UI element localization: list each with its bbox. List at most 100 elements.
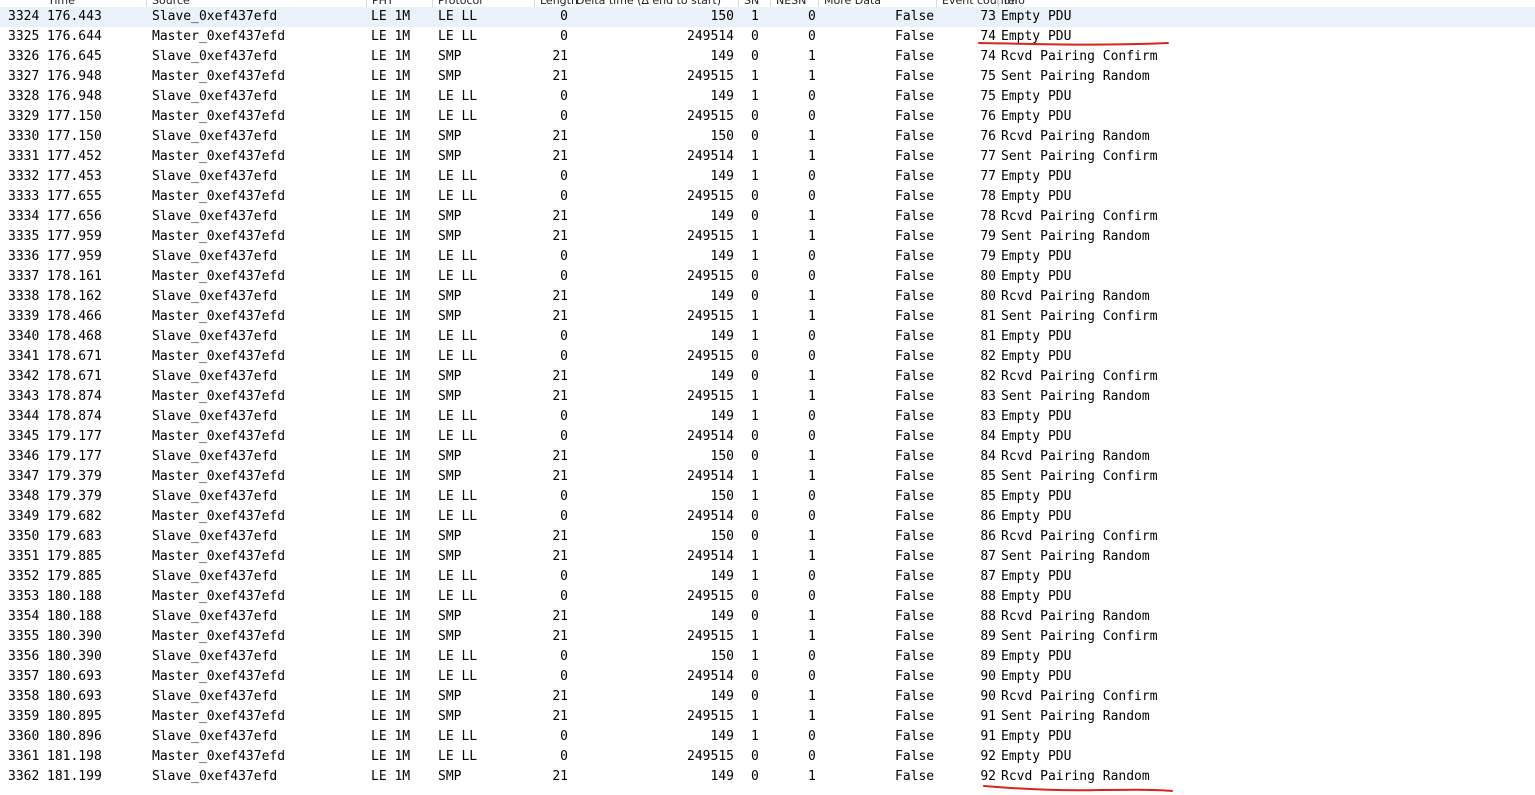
column-separator[interactable]	[818, 0, 819, 7]
table-row[interactable]: 3360 180.896 Slave_0xef437efd LE 1M LE LL 0 14…	[0, 727, 1535, 747]
packet-list[interactable]: 3324 176.443 Slave_0xef437efd LE 1M LE LL 0 15…	[0, 7, 1535, 787]
packet-phy: LE 1M	[371, 29, 411, 44]
packet-phy: LE 1M	[371, 129, 411, 144]
packet-time: 176.644	[47, 29, 102, 44]
table-row[interactable]: 3358 180.693 Slave_0xef437efd LE 1M SMP 21 149…	[0, 687, 1535, 707]
packet-more-data: False	[895, 509, 935, 524]
table-row[interactable]: 3333 177.655 Master_0xef437efd LE 1M LE LL 0 2…	[0, 187, 1535, 207]
column-separator[interactable]	[432, 0, 433, 7]
packet-phy: LE 1M	[371, 309, 411, 324]
table-row[interactable]: 3345 179.177 Master_0xef437efd LE 1M LE LL 0 2…	[0, 427, 1535, 447]
packet-phy: LE 1M	[371, 69, 411, 84]
table-row[interactable]: 3351 179.885 Master_0xef437efd LE 1M SMP 21 24…	[0, 547, 1535, 567]
table-row[interactable]: 3327 176.948 Master_0xef437efd LE 1M SMP 21 24…	[0, 67, 1535, 87]
table-row[interactable]: 3339 178.466 Master_0xef437efd LE 1M SMP 21 24…	[0, 307, 1535, 327]
table-row[interactable]: 3344 178.874 Slave_0xef437efd LE 1M LE LL 0 14…	[0, 407, 1535, 427]
table-row[interactable]: 3359 180.895 Master_0xef437efd LE 1M SMP 21 24…	[0, 707, 1535, 727]
packet-protocol: SMP	[438, 709, 462, 724]
table-row[interactable]: 3346 179.177 Slave_0xef437efd LE 1M SMP 21 150…	[0, 447, 1535, 467]
table-row[interactable]: 3331 177.452 Master_0xef437efd LE 1M SMP 21 24…	[0, 147, 1535, 167]
packet-phy: LE 1M	[371, 729, 411, 744]
packet-time: 178.161	[47, 269, 102, 284]
table-row[interactable]: 3349 179.682 Master_0xef437efd LE 1M LE LL 0 2…	[0, 507, 1535, 527]
packet-source: Master_0xef437efd	[152, 229, 286, 244]
table-row[interactable]: 3326 176.645 Slave_0xef437efd LE 1M SMP 21 149…	[0, 47, 1535, 67]
table-row[interactable]: 3342 178.671 Slave_0xef437efd LE 1M SMP 21 149…	[0, 367, 1535, 387]
packet-number: 3338	[8, 289, 40, 304]
packet-length: 0	[560, 569, 568, 584]
column-separator[interactable]	[534, 0, 535, 7]
packet-length: 21	[552, 69, 568, 84]
packet-time: 177.959	[47, 229, 102, 244]
packet-event-counter: 81	[980, 329, 996, 344]
packet-source: Master_0xef437efd	[152, 469, 286, 484]
packet-event-counter: 89	[980, 629, 996, 644]
packet-info: Empty PDU	[1001, 9, 1072, 24]
packet-phy: LE 1M	[371, 769, 411, 784]
packet-nesn: 1	[808, 369, 816, 384]
table-row[interactable]: 3335 177.959 Master_0xef437efd LE 1M SMP 21 24…	[0, 227, 1535, 247]
table-row[interactable]: 3352 179.885 Slave_0xef437efd LE 1M LE LL 0 14…	[0, 567, 1535, 587]
table-row[interactable]: 3334 177.656 Slave_0xef437efd LE 1M SMP 21 149…	[0, 207, 1535, 227]
packet-number: 3362	[8, 769, 40, 784]
table-row[interactable]: 3338 178.162 Slave_0xef437efd LE 1M SMP 21 149…	[0, 287, 1535, 307]
table-row[interactable]: 3356 180.390 Slave_0xef437efd LE 1M LE LL 0 15…	[0, 647, 1535, 667]
packet-source: Slave_0xef437efd	[152, 89, 278, 104]
table-row[interactable]: 3337 178.161 Master_0xef437efd LE 1M LE LL 0 2…	[0, 267, 1535, 287]
column-separator[interactable]	[366, 0, 367, 7]
packet-time: 180.188	[47, 589, 102, 604]
table-row[interactable]: 3355 180.390 Master_0xef437efd LE 1M SMP 21 24…	[0, 627, 1535, 647]
packet-length: 0	[560, 649, 568, 664]
table-row[interactable]: 3341 178.671 Master_0xef437efd LE 1M LE LL 0 2…	[0, 347, 1535, 367]
packet-delta-time: 150	[710, 489, 734, 504]
packet-protocol: LE LL	[438, 269, 478, 284]
packet-info: Empty PDU	[1001, 569, 1072, 584]
packet-protocol: LE LL	[438, 569, 478, 584]
table-row[interactable]: 3357 180.693 Master_0xef437efd LE 1M LE LL 0 2…	[0, 667, 1535, 687]
table-row[interactable]: 3350 179.683 Slave_0xef437efd LE 1M SMP 21 150…	[0, 527, 1535, 547]
table-row[interactable]: 3362 181.199 Slave_0xef437efd LE 1M SMP 21 149…	[0, 767, 1535, 787]
packet-length: 21	[552, 689, 568, 704]
table-row[interactable]: 3361 181.198 Master_0xef437efd LE 1M LE LL 0 2…	[0, 747, 1535, 767]
packet-info: Rcvd Pairing Confirm	[1001, 369, 1158, 384]
column-separator[interactable]	[998, 0, 999, 7]
table-row[interactable]: 3347 179.379 Master_0xef437efd LE 1M SMP 21 24…	[0, 467, 1535, 487]
packet-more-data: False	[895, 669, 935, 684]
packet-number: 3348	[8, 489, 40, 504]
packet-phy: LE 1M	[371, 369, 411, 384]
table-row[interactable]: 3340 178.468 Slave_0xef437efd LE 1M LE LL 0 14…	[0, 327, 1535, 347]
column-separator[interactable]	[738, 0, 739, 7]
table-row[interactable]: 3353 180.188 Master_0xef437efd LE 1M LE LL 0 2…	[0, 587, 1535, 607]
packet-sn: 1	[751, 169, 759, 184]
packet-sn: 0	[751, 129, 759, 144]
packet-length: 21	[552, 289, 568, 304]
table-row[interactable]: 3324 176.443 Slave_0xef437efd LE 1M LE LL 0 15…	[0, 7, 1535, 27]
packet-source: Master_0xef437efd	[152, 549, 286, 564]
column-separator[interactable]	[770, 0, 771, 7]
packet-number: 3327	[8, 69, 40, 84]
packet-source: Slave_0xef437efd	[152, 529, 278, 544]
packet-time: 178.671	[47, 369, 102, 384]
table-row[interactable]: 3328 176.948 Slave_0xef437efd LE 1M LE LL 0 14…	[0, 87, 1535, 107]
column-separator[interactable]	[146, 0, 147, 7]
packet-number: 3329	[8, 109, 40, 124]
packet-time: 176.645	[47, 49, 102, 64]
packet-protocol: LE LL	[438, 9, 478, 24]
packet-nesn: 1	[808, 389, 816, 404]
packet-delta-time: 150	[710, 649, 734, 664]
table-row[interactable]: 3336 177.959 Slave_0xef437efd LE 1M LE LL 0 14…	[0, 247, 1535, 267]
column-separator[interactable]	[936, 0, 937, 7]
table-row[interactable]: 3325 176.644 Master_0xef437efd LE 1M LE LL 0 2…	[0, 27, 1535, 47]
table-row[interactable]: 3329 177.150 Master_0xef437efd LE 1M LE LL 0 2…	[0, 107, 1535, 127]
packet-event-counter: 90	[980, 669, 996, 684]
table-row[interactable]: 3332 177.453 Slave_0xef437efd LE 1M LE LL 0 14…	[0, 167, 1535, 187]
table-row[interactable]: 3348 179.379 Slave_0xef437efd LE 1M LE LL 0 15…	[0, 487, 1535, 507]
table-row[interactable]: 3354 180.188 Slave_0xef437efd LE 1M SMP 21 149…	[0, 607, 1535, 627]
packet-phy: LE 1M	[371, 449, 411, 464]
packet-info: Empty PDU	[1001, 189, 1072, 204]
packet-event-counter: 91	[980, 729, 996, 744]
packet-protocol: LE LL	[438, 29, 478, 44]
table-row[interactable]: 3343 178.874 Master_0xef437efd LE 1M SMP 21 24…	[0, 387, 1535, 407]
table-row[interactable]: 3330 177.150 Slave_0xef437efd LE 1M SMP 21 150…	[0, 127, 1535, 147]
packet-event-counter: 86	[980, 509, 996, 524]
